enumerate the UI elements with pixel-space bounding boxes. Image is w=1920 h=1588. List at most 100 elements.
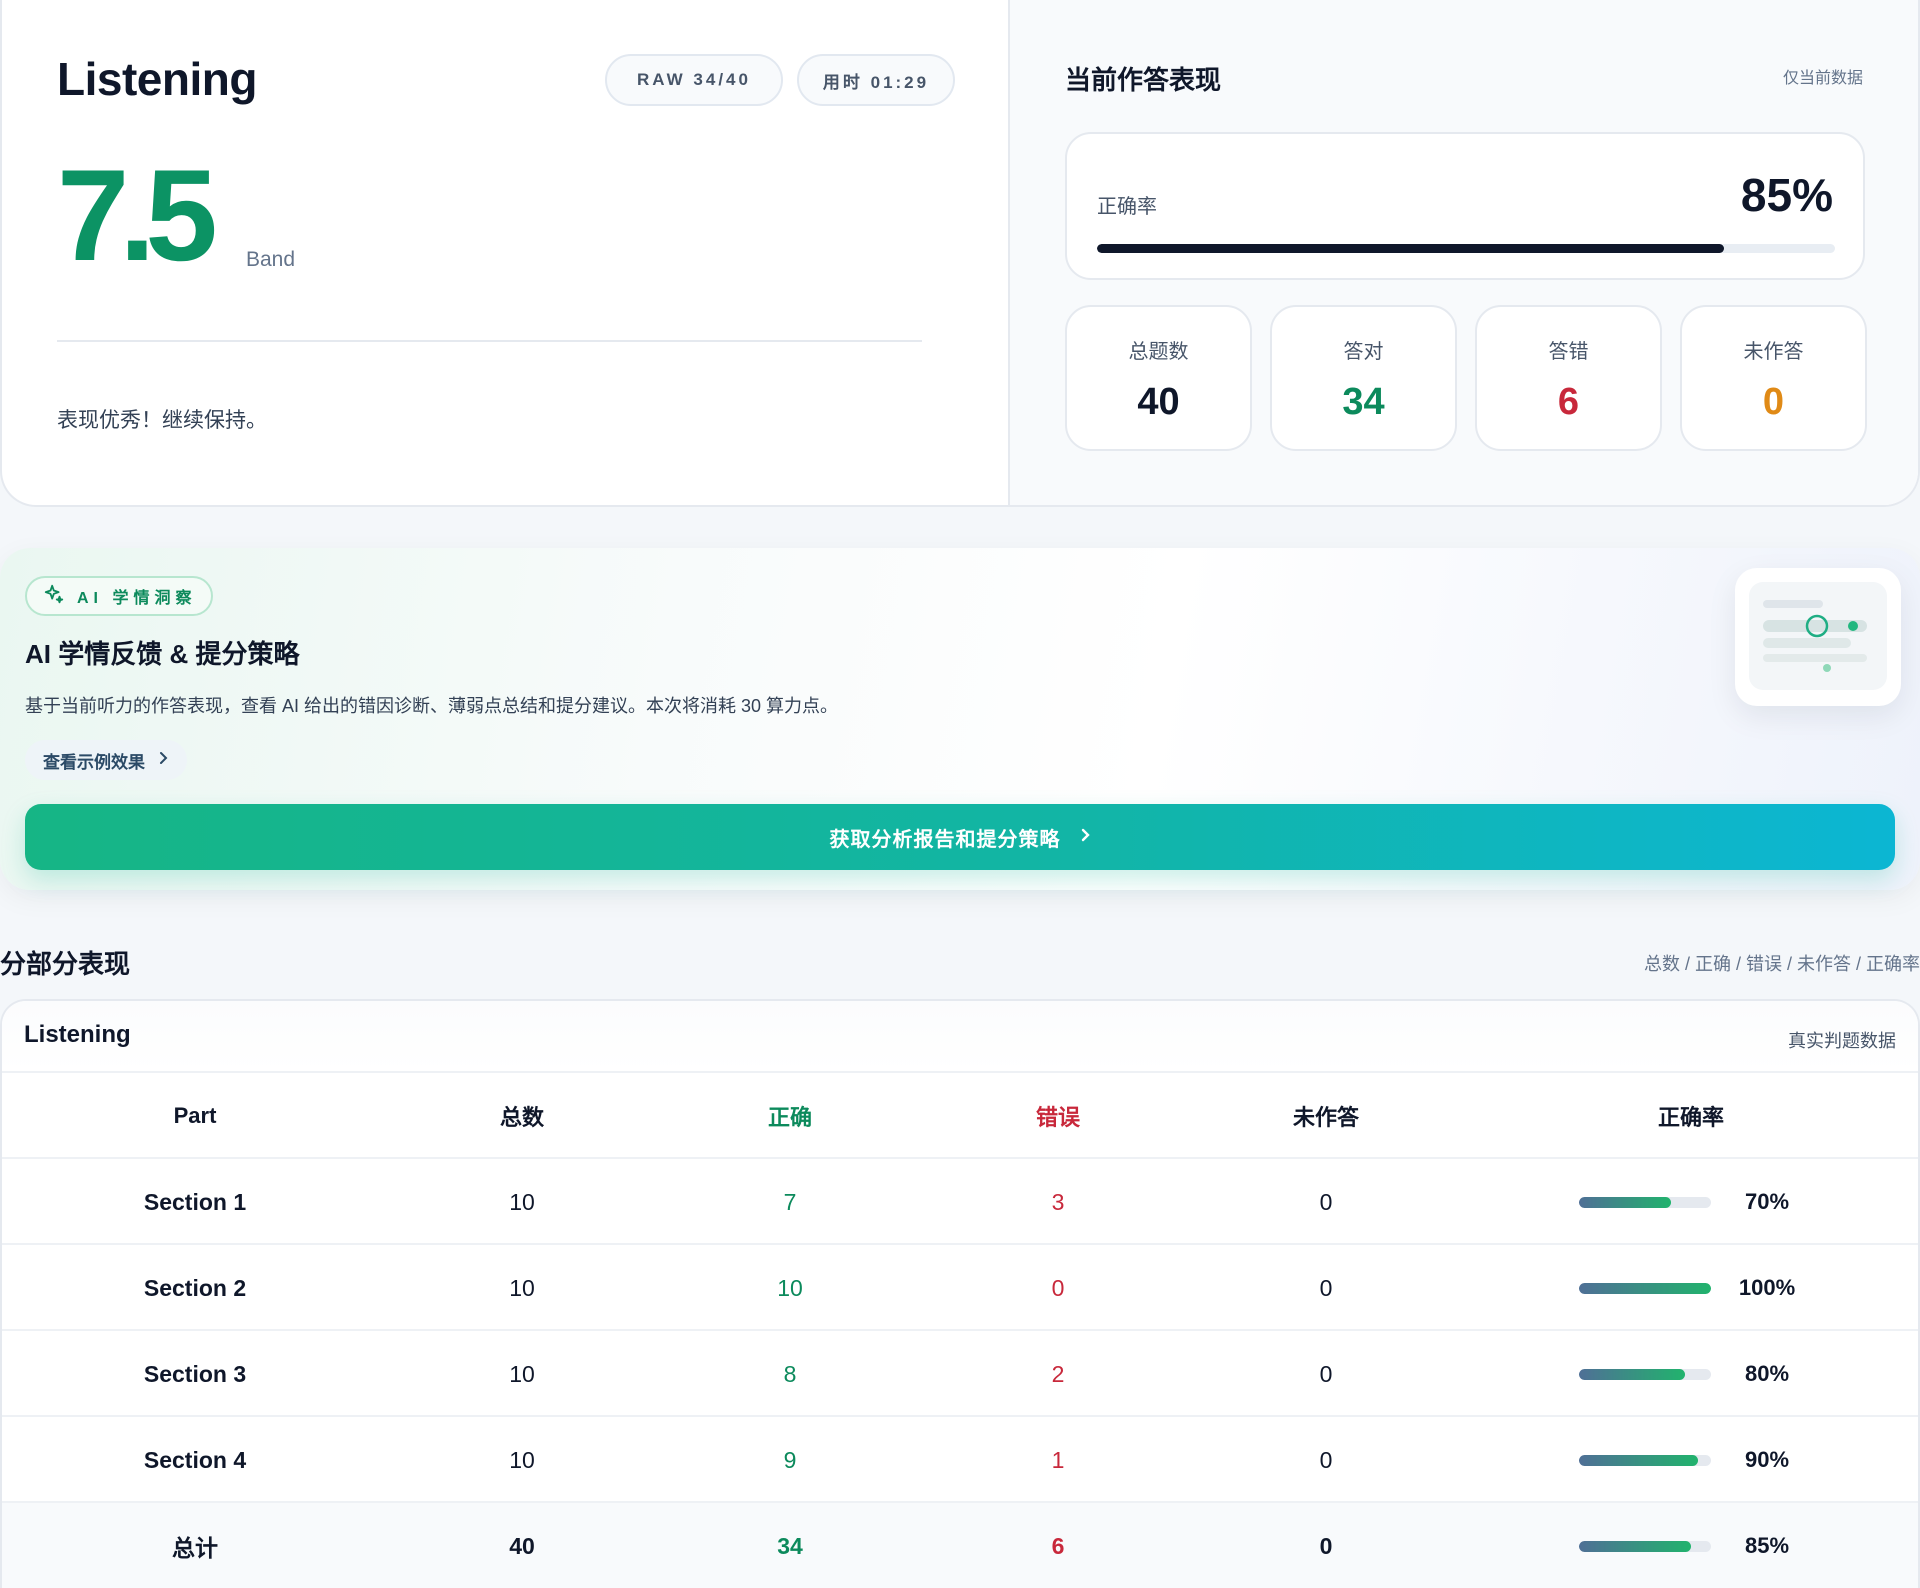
band-score: 7.5 <box>57 142 218 288</box>
accuracy-bar-fill <box>1579 1196 1672 1208</box>
accuracy-bar-group: 85% <box>1579 1533 1803 1559</box>
module-title: Listening <box>57 53 257 105</box>
accuracy-box: 正确率 85% <box>1065 132 1865 280</box>
column-header-total: 总数 <box>499 1105 544 1130</box>
cell-unanswered: 0 <box>1319 1274 1333 1301</box>
accuracy-text: 100% <box>1738 1275 1796 1300</box>
column-header-correct: 正确 <box>767 1105 812 1130</box>
accuracy-progress-bar <box>1097 244 1835 253</box>
cell-part: Section 1 <box>143 1188 247 1215</box>
column-header-accuracy: 正确率 <box>1657 1105 1724 1130</box>
accuracy-bar <box>1579 1196 1711 1208</box>
divider <box>57 340 922 342</box>
cell-total: 10 <box>509 1446 535 1473</box>
accuracy-text: 85% <box>1744 1533 1790 1558</box>
cell-wrong: 2 <box>1051 1360 1065 1387</box>
accuracy-label: 正确率 <box>1097 196 1157 218</box>
cell-accuracy: 80% <box>1460 1331 1918 1417</box>
accuracy-bar-group: 100% <box>1579 1275 1803 1301</box>
cell-total: 10 <box>509 1188 535 1215</box>
current-performance-panel: 当前作答表现 仅当前数据 正确率 85% 总题数 40 答对 34 答错 6 未… <box>1010 0 1918 505</box>
cell-unanswered: 0 <box>1319 1360 1333 1387</box>
table-row: Section 1 10 7 3 0 70% <box>2 1159 1918 1245</box>
table-row: Section 2 10 10 0 0 100% <box>2 1245 1918 1331</box>
performance-title: 当前作答表现 <box>1065 65 1222 95</box>
accuracy-bar <box>1579 1540 1711 1552</box>
get-report-label: 获取分析报告和提分策略 <box>829 828 1061 851</box>
band-score-panel: Listening RAW 34/40 用时 01:29 7.5 Band 表现… <box>2 0 1010 505</box>
accuracy-text: 80% <box>1744 1361 1790 1386</box>
accuracy-bar-fill <box>1579 1368 1685 1380</box>
view-example-label: 查看示例效果 <box>43 752 145 772</box>
stat-label: 未作答 <box>1743 341 1804 363</box>
stat-label: 答对 <box>1343 341 1384 363</box>
cell-wrong: 6 <box>1051 1532 1065 1559</box>
stat-unanswered: 未作答 0 <box>1680 305 1867 451</box>
cell-unanswered: 0 <box>1319 1532 1333 1559</box>
accuracy-bar-fill <box>1579 1282 1711 1294</box>
chevron-right-icon <box>157 750 169 770</box>
cell-wrong: 0 <box>1051 1274 1065 1301</box>
cell-correct: 8 <box>783 1360 797 1387</box>
cell-total: 10 <box>509 1360 535 1387</box>
cell-accuracy: 90% <box>1460 1417 1918 1503</box>
illustration-panel <box>1749 582 1887 690</box>
ai-title: AI 学情反馈 & 提分策略 <box>25 639 300 669</box>
accuracy-bar <box>1579 1282 1711 1294</box>
performance-note: 仅当前数据 <box>1782 70 1863 87</box>
cell-total: 40 <box>509 1532 535 1559</box>
cell-unanswered: 0 <box>1319 1188 1333 1215</box>
accuracy-bar-group: 80% <box>1579 1361 1803 1387</box>
table-note: 真实判题数据 <box>1788 1031 1896 1051</box>
cell-correct: 10 <box>777 1274 803 1301</box>
results-page: Listening RAW 34/40 用时 01:29 7.5 Band 表现… <box>0 0 1920 1588</box>
cell-part: Section 2 <box>143 1274 247 1301</box>
score-comment: 表现优秀！继续保持。 <box>57 409 267 432</box>
accuracy-value: 85% <box>1740 169 1833 221</box>
sections-legend: 总数 / 正确 / 错误 / 未作答 / 正确率 <box>1643 954 1920 974</box>
cell-total: 10 <box>509 1274 535 1301</box>
table-column-headers: Part 总数 正确 错误 未作答 正确率 <box>2 1073 1918 1159</box>
cell-wrong: 3 <box>1051 1188 1065 1215</box>
table-row: Section 3 10 8 2 0 80% <box>2 1331 1918 1417</box>
table-total-row: 总计 40 34 6 0 85% <box>2 1503 1918 1588</box>
table-header-bar: Listening 真实判题数据 <box>2 1001 1918 1073</box>
score-summary-card: Listening RAW 34/40 用时 01:29 7.5 Band 表现… <box>0 0 1920 507</box>
stat-label: 总题数 <box>1128 341 1189 363</box>
column-header-part: Part <box>173 1103 217 1128</box>
cell-wrong: 1 <box>1051 1446 1065 1473</box>
sparkle-icon <box>43 583 65 610</box>
cell-part: 总计 <box>172 1535 218 1561</box>
accuracy-bar <box>1579 1454 1711 1466</box>
accuracy-bar <box>1579 1368 1711 1380</box>
column-header-unanswered: 未作答 <box>1292 1105 1359 1130</box>
table-title: Listening <box>24 1021 131 1048</box>
table-row: Section 4 10 9 1 0 90% <box>2 1417 1918 1503</box>
stat-value: 0 <box>1762 381 1785 423</box>
ai-insight-tag: AI 学情洞察 <box>25 576 213 616</box>
accuracy-bar-fill <box>1579 1540 1692 1552</box>
cell-accuracy: 100% <box>1460 1245 1918 1331</box>
cell-accuracy: 70% <box>1460 1159 1918 1245</box>
cell-correct: 34 <box>777 1532 803 1559</box>
stat-value: 34 <box>1342 381 1385 423</box>
cell-part: Section 3 <box>143 1360 247 1387</box>
band-label: Band <box>246 248 296 271</box>
stat-wrong: 答错 6 <box>1475 305 1662 451</box>
ai-description: 基于当前听力的作答表现，查看 AI 给出的错因诊断、薄弱点总结和提分建议。本次将… <box>25 696 839 716</box>
accuracy-text: 90% <box>1744 1447 1790 1472</box>
accuracy-progress-fill <box>1097 244 1725 253</box>
stat-total-questions: 总题数 40 <box>1065 305 1252 451</box>
cell-part: Section 4 <box>143 1446 247 1473</box>
get-report-button[interactable]: 获取分析报告和提分策略 <box>25 804 1895 870</box>
stat-label: 答错 <box>1548 341 1589 363</box>
ai-insight-card: AI 学情洞察 AI 学情反馈 & 提分策略 基于当前听力的作答表现，查看 AI… <box>0 548 1920 890</box>
accuracy-bar-fill <box>1579 1454 1698 1466</box>
view-example-button[interactable]: 查看示例效果 <box>25 740 187 780</box>
stat-correct: 答对 34 <box>1270 305 1457 451</box>
stat-value: 6 <box>1557 381 1580 423</box>
cell-correct: 7 <box>783 1188 797 1215</box>
stat-value: 40 <box>1137 381 1180 423</box>
accuracy-bar-group: 70% <box>1579 1189 1803 1215</box>
time-used-pill: 用时 01:29 <box>797 54 955 106</box>
